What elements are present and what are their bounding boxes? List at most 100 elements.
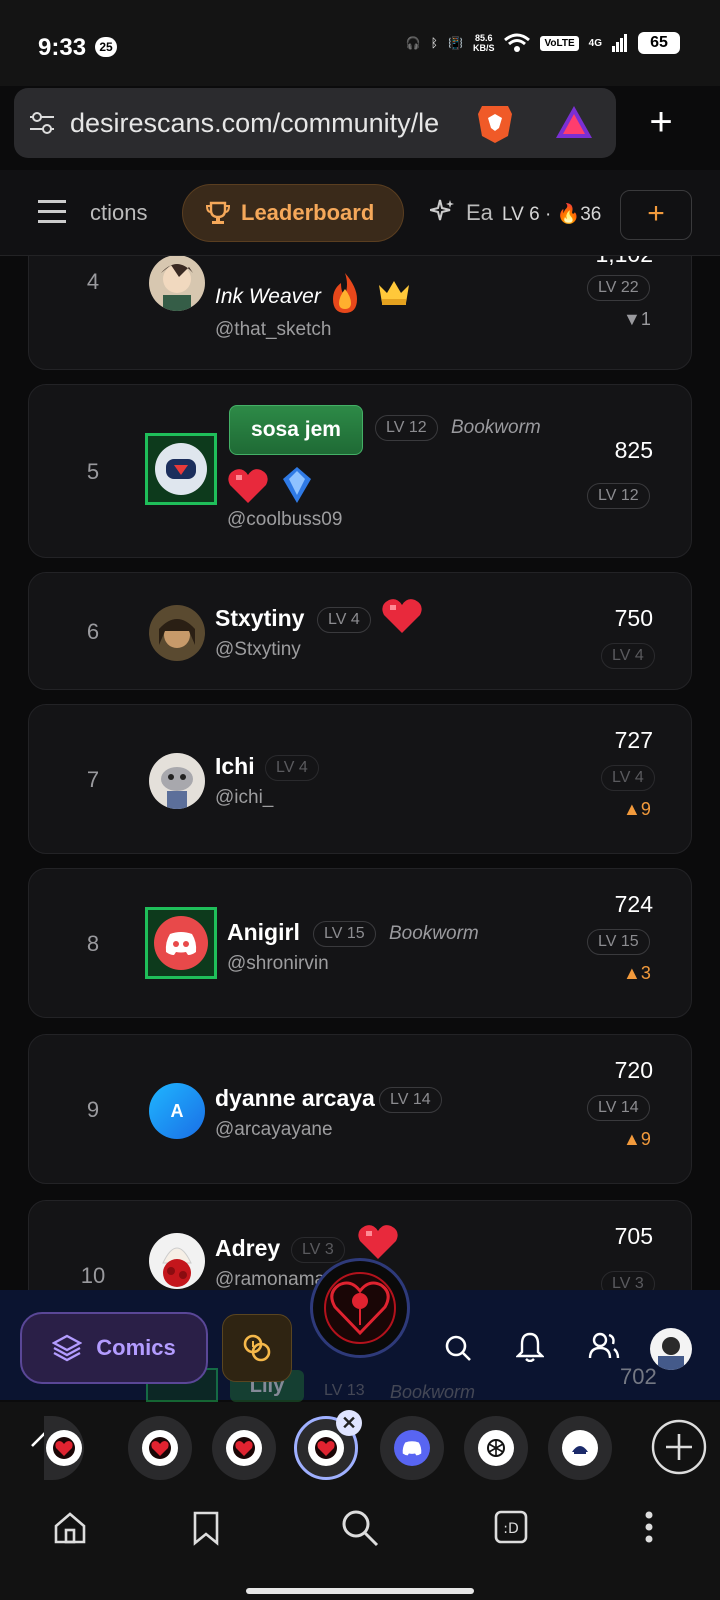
browser-tab[interactable] xyxy=(44,1416,84,1480)
site-logo-button[interactable] xyxy=(310,1258,410,1358)
network-type: 4G xyxy=(588,37,602,49)
browser-tab[interactable] xyxy=(212,1416,276,1480)
site-settings-icon[interactable] xyxy=(28,110,56,136)
net-speed: 85.6 KB/S xyxy=(472,33,495,53)
flame-badge-icon xyxy=(327,271,363,315)
score: 727 xyxy=(614,727,653,753)
user-level-tag: LV 14 xyxy=(379,1087,442,1113)
heart-rose-logo-icon xyxy=(323,1271,397,1345)
leaderboard-row[interactable]: 7 Ichi LV 4 @ichi_ 727 LV 4 ▲9 xyxy=(28,704,692,854)
score: 705 xyxy=(614,1223,653,1249)
avatar[interactable] xyxy=(149,255,205,311)
user-handle: @shronirvin xyxy=(227,953,329,974)
users-icon[interactable] xyxy=(588,1332,620,1360)
svg-text::D: :D xyxy=(503,1521,519,1537)
avatar[interactable] xyxy=(149,753,205,809)
comics-button[interactable]: Comics xyxy=(20,1312,208,1384)
avatar[interactable] xyxy=(149,1233,205,1289)
sparkles-icon[interactable] xyxy=(430,198,456,224)
user-name[interactable]: Ink Weaver xyxy=(215,285,321,309)
leaderboard-row[interactable]: 6 Stxytiny LV 4 @Stxytiny 750 LV 4 xyxy=(28,572,692,690)
volte-indicator: VoLTE xyxy=(540,35,579,51)
user-handle: @coolbuss09 xyxy=(227,509,343,530)
home-indicator xyxy=(246,1588,474,1594)
home-icon[interactable] xyxy=(52,1510,88,1546)
browser-bottom-nav: :D xyxy=(0,1494,720,1600)
gem-badge-icon xyxy=(281,465,313,505)
rank-number: 5 xyxy=(86,459,100,484)
browser-tab[interactable] xyxy=(548,1416,612,1480)
user-name[interactable]: dyanne arcaya xyxy=(215,1085,375,1112)
tab-leaderboard[interactable]: Leaderboard xyxy=(182,184,404,242)
score: 750 xyxy=(614,605,653,631)
leaderboard-row[interactable]: 5 sosa jem LV 12 Bookworm @coolbuss09 82… xyxy=(28,384,692,558)
level-badge: LV 14 xyxy=(587,1095,650,1121)
user-handle: @arcayayane xyxy=(215,1119,333,1140)
more-options-icon[interactable] xyxy=(644,1510,654,1544)
user-title: Bookworm xyxy=(389,923,479,944)
user-level-summary: LV 6 · 🔥36 xyxy=(502,204,602,225)
score: 720 xyxy=(614,1057,653,1083)
leaderboard-row[interactable]: 9 A dyanne arcaya LV 14 @arcayayane 720 … xyxy=(28,1034,692,1184)
site-favicon-icon xyxy=(308,1430,344,1466)
rank-change: ▲9 xyxy=(623,1129,651,1149)
url-text[interactable]: desirescans.com/community/le xyxy=(70,108,470,139)
user-name[interactable]: sosa jem xyxy=(229,405,363,455)
browser-tab[interactable] xyxy=(380,1416,444,1480)
close-tab-icon[interactable]: ✕ xyxy=(336,1410,362,1436)
rank-number: 7 xyxy=(86,767,100,792)
comics-label: Comics xyxy=(96,1335,176,1360)
leaderboard-row[interactable]: 8 Anigirl LV 15 Bookworm @shronirvin 724… xyxy=(28,868,692,1018)
rank-number: 9 xyxy=(86,1097,100,1122)
rank-change: ▲9 xyxy=(623,799,651,819)
heart-badge-icon xyxy=(227,467,269,505)
trophy-icon xyxy=(205,200,231,226)
user-name[interactable]: Ichi xyxy=(215,753,255,780)
add-button[interactable]: + xyxy=(620,190,692,240)
browser-tab[interactable] xyxy=(128,1416,192,1480)
chatgpt-favicon-icon xyxy=(478,1430,514,1466)
signal-icon xyxy=(612,34,628,52)
rank-number: 4 xyxy=(86,269,100,294)
wifi-icon xyxy=(504,33,531,53)
profile-avatar[interactable] xyxy=(650,1328,692,1370)
bell-icon[interactable] xyxy=(516,1332,544,1362)
new-tab-button[interactable]: + xyxy=(638,100,684,146)
site-favicon-icon xyxy=(142,1430,178,1466)
tab-earn[interactable]: Ea xyxy=(466,200,493,226)
user-level-tag: LV 13 xyxy=(324,1382,365,1399)
rank-change: ▲3 xyxy=(623,963,651,983)
brave-shields-icon[interactable] xyxy=(476,102,514,144)
brave-rewards-icon[interactable] xyxy=(554,104,594,140)
user-handle: @Stxytiny xyxy=(215,639,301,660)
rank-change: ▼1 xyxy=(623,309,651,329)
rank-number: 8 xyxy=(86,931,100,956)
tab-switcher-icon[interactable]: :D xyxy=(494,1510,528,1544)
avatar-frame[interactable] xyxy=(145,433,217,505)
user-name[interactable]: Adrey xyxy=(215,1235,280,1262)
user-name[interactable]: Anigirl xyxy=(227,919,300,946)
add-tab-icon[interactable] xyxy=(650,1418,708,1476)
battery-indicator: 65 xyxy=(638,32,680,54)
avatar[interactable]: A xyxy=(149,1083,205,1139)
search-icon[interactable] xyxy=(444,1334,472,1362)
avatar[interactable] xyxy=(149,605,205,661)
address-bar[interactable]: desirescans.com/community/le xyxy=(14,88,616,158)
layers-icon xyxy=(52,1333,83,1363)
bluetooth-icon: ᛒ xyxy=(430,36,438,50)
coins-button[interactable] xyxy=(222,1314,292,1382)
tab-collections[interactable]: ctions xyxy=(90,200,147,226)
menu-icon[interactable] xyxy=(38,198,66,224)
site-favicon-icon xyxy=(226,1430,262,1466)
search-icon[interactable] xyxy=(340,1508,380,1548)
user-level-tag: LV 15 xyxy=(313,921,376,947)
user-title: Bookworm xyxy=(451,417,541,438)
bookmark-icon[interactable] xyxy=(192,1510,220,1546)
browser-tab-strip: ✕ xyxy=(0,1402,720,1494)
user-level-tag: LV 3 xyxy=(291,1237,345,1263)
discord-favicon-icon xyxy=(394,1430,430,1466)
avatar-frame[interactable] xyxy=(145,907,217,979)
user-name[interactable]: Stxytiny xyxy=(215,605,304,632)
browser-tab[interactable] xyxy=(464,1416,528,1480)
notification-count-badge: 25 xyxy=(95,37,117,57)
